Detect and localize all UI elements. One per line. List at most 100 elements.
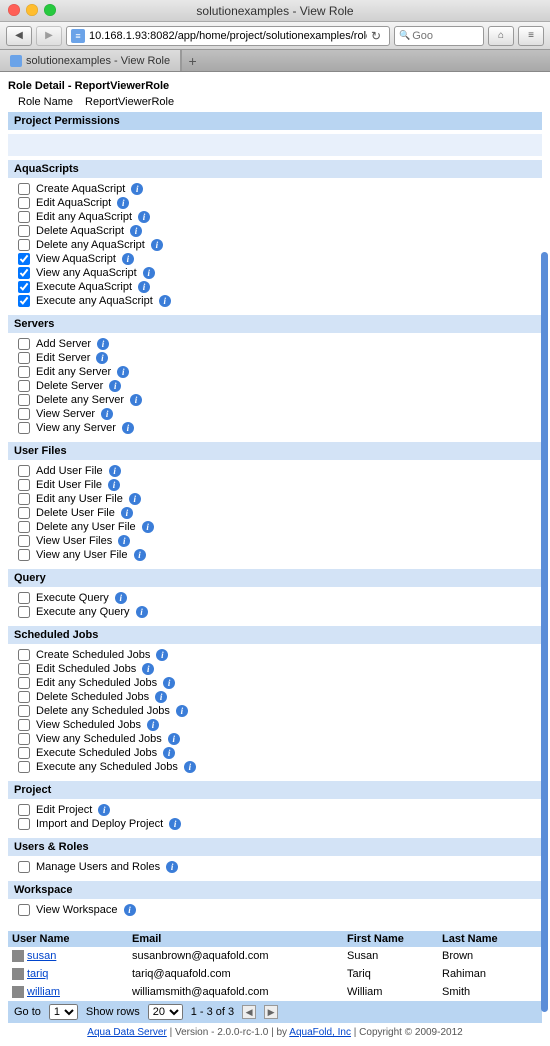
info-icon[interactable]: i	[151, 239, 163, 251]
perm-checkbox[interactable]	[18, 733, 30, 745]
perm-checkbox[interactable]	[18, 295, 30, 307]
info-icon[interactable]: i	[130, 394, 142, 406]
user-link[interactable]: william	[27, 986, 60, 998]
perm-checkbox[interactable]	[18, 281, 30, 293]
info-icon[interactable]: i	[98, 804, 110, 816]
footer-link-product[interactable]: Aqua Data Server	[87, 1027, 167, 1038]
perm-checkbox[interactable]	[18, 394, 30, 406]
info-icon[interactable]: i	[121, 507, 133, 519]
perm-checkbox[interactable]	[18, 493, 30, 505]
info-icon[interactable]: i	[124, 904, 136, 916]
info-icon[interactable]: i	[166, 861, 178, 873]
search-box[interactable]: 🔍	[394, 26, 484, 46]
perm-checkbox[interactable]	[18, 663, 30, 675]
perm-checkbox[interactable]	[18, 606, 30, 618]
showrows-select[interactable]: 20	[148, 1004, 183, 1020]
perm-checkbox[interactable]	[18, 338, 30, 350]
perm-checkbox[interactable]	[18, 761, 30, 773]
perm-checkbox[interactable]	[18, 253, 30, 265]
info-icon[interactable]: i	[122, 253, 134, 265]
info-icon[interactable]: i	[108, 479, 120, 491]
info-icon[interactable]: i	[117, 366, 129, 378]
new-tab-button[interactable]: +	[181, 50, 203, 71]
info-icon[interactable]: i	[138, 281, 150, 293]
perm-checkbox[interactable]	[18, 592, 30, 604]
info-icon[interactable]: i	[97, 338, 109, 350]
footer-link-company[interactable]: AquaFold, Inc	[289, 1027, 351, 1038]
perm-checkbox[interactable]	[18, 183, 30, 195]
info-icon[interactable]: i	[101, 408, 113, 420]
info-icon[interactable]: i	[143, 267, 155, 279]
perm-checkbox[interactable]	[18, 380, 30, 392]
info-icon[interactable]: i	[96, 352, 108, 364]
perm-checkbox[interactable]	[18, 239, 30, 251]
pager-prev-button[interactable]: ◀	[242, 1005, 256, 1019]
perm-checkbox[interactable]	[18, 804, 30, 816]
info-icon[interactable]: i	[147, 719, 159, 731]
back-button[interactable]: ◀	[6, 26, 32, 46]
url-input[interactable]	[89, 30, 367, 42]
menu-button[interactable]: ≡	[518, 26, 544, 46]
info-icon[interactable]: i	[168, 733, 180, 745]
scrollbar-thumb[interactable]	[541, 252, 548, 1012]
perm-checkbox[interactable]	[18, 479, 30, 491]
perm-checkbox[interactable]	[18, 352, 30, 364]
search-input[interactable]	[412, 30, 479, 42]
perm-checkbox[interactable]	[18, 211, 30, 223]
info-icon[interactable]: i	[159, 295, 171, 307]
user-link[interactable]: susan	[27, 950, 56, 962]
perm-checkbox[interactable]	[18, 507, 30, 519]
perm-checkbox[interactable]	[18, 197, 30, 209]
perm-checkbox[interactable]	[18, 521, 30, 533]
perm-checkbox[interactable]	[18, 904, 30, 916]
perm-checkbox[interactable]	[18, 549, 30, 561]
perm-checkbox[interactable]	[18, 861, 30, 873]
info-icon[interactable]: i	[109, 465, 121, 477]
forward-button[interactable]: ▶	[36, 26, 62, 46]
perm-checkbox[interactable]	[18, 818, 30, 830]
perm-checkbox[interactable]	[18, 677, 30, 689]
browser-tab[interactable]: solutionexamples - View Role	[0, 50, 181, 71]
close-window-button[interactable]	[8, 4, 20, 16]
info-icon[interactable]: i	[136, 606, 148, 618]
url-bar[interactable]: ≡ ↻	[66, 26, 390, 46]
minimize-window-button[interactable]	[26, 4, 38, 16]
info-icon[interactable]: i	[142, 663, 154, 675]
perm-checkbox[interactable]	[18, 267, 30, 279]
perm-checkbox[interactable]	[18, 225, 30, 237]
reload-button[interactable]: ↻	[367, 27, 385, 45]
info-icon[interactable]: i	[118, 535, 130, 547]
info-icon[interactable]: i	[169, 818, 181, 830]
perm-checkbox[interactable]	[18, 747, 30, 759]
info-icon[interactable]: i	[163, 747, 175, 759]
goto-select[interactable]: 1	[49, 1004, 78, 1020]
info-icon[interactable]: i	[142, 521, 154, 533]
info-icon[interactable]: i	[184, 761, 196, 773]
info-icon[interactable]: i	[129, 493, 141, 505]
info-icon[interactable]: i	[130, 225, 142, 237]
info-icon[interactable]: i	[138, 211, 150, 223]
info-icon[interactable]: i	[122, 422, 134, 434]
home-button[interactable]: ⌂	[488, 26, 514, 46]
perm-checkbox[interactable]	[18, 422, 30, 434]
perm-checkbox[interactable]	[18, 408, 30, 420]
info-icon[interactable]: i	[163, 677, 175, 689]
info-icon[interactable]: i	[109, 380, 121, 392]
perm-checkbox[interactable]	[18, 705, 30, 717]
pager-next-button[interactable]: ▶	[264, 1005, 278, 1019]
info-icon[interactable]: i	[156, 649, 168, 661]
info-icon[interactable]: i	[176, 705, 188, 717]
info-icon[interactable]: i	[155, 691, 167, 703]
info-icon[interactable]: i	[134, 549, 146, 561]
info-icon[interactable]: i	[131, 183, 143, 195]
perm-checkbox[interactable]	[18, 535, 30, 547]
zoom-window-button[interactable]	[44, 4, 56, 16]
perm-checkbox[interactable]	[18, 719, 30, 731]
user-link[interactable]: tariq	[27, 968, 48, 980]
perm-checkbox[interactable]	[18, 366, 30, 378]
perm-checkbox[interactable]	[18, 465, 30, 477]
perm-checkbox[interactable]	[18, 649, 30, 661]
info-icon[interactable]: i	[117, 197, 129, 209]
perm-checkbox[interactable]	[18, 691, 30, 703]
info-icon[interactable]: i	[115, 592, 127, 604]
